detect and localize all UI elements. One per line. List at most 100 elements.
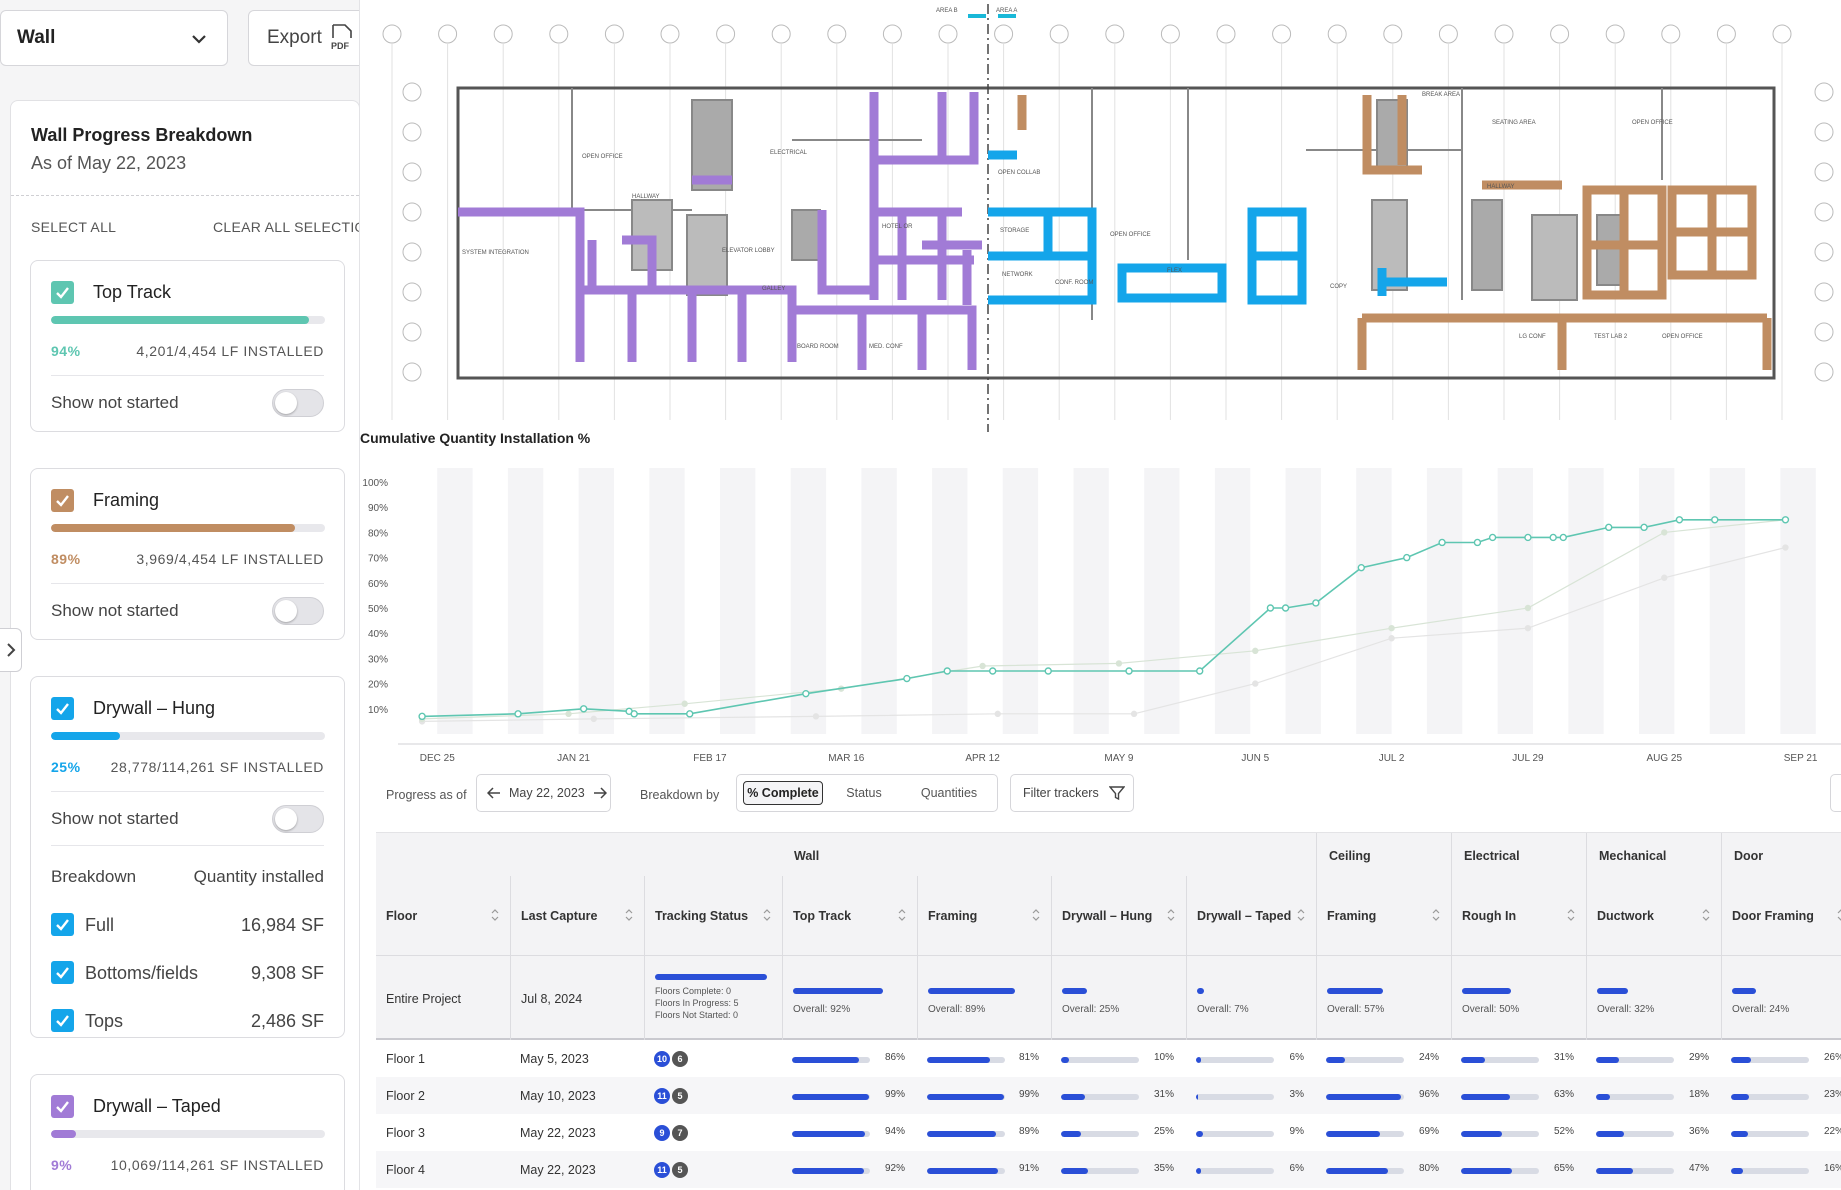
tracker-checkbox[interactable] [51,697,74,720]
sort-icon[interactable] [624,908,634,922]
x-tick-label: JUN 5 [1241,753,1269,764]
cell-progress-fill [792,1094,870,1100]
select-all-link[interactable]: SELECT ALL [31,219,116,235]
sort-icon[interactable] [1701,908,1711,922]
grid-bubble [660,24,680,44]
series-point[interactable] [1640,523,1648,532]
series-point[interactable] [418,712,426,721]
sort-icon[interactable] [1031,908,1041,922]
date-stepper[interactable]: May 22, 2023 [476,774,611,812]
table-row[interactable]: Floor 4 May 22, 2023 11 5 92% 91% 35% 6% 80% 65% 4… [376,1151,1841,1188]
seg-percent-complete[interactable]: % Complete [743,781,823,805]
seg-status[interactable]: Status [829,781,899,805]
show-not-started-toggle[interactable] [272,805,324,833]
sort-icon[interactable] [897,908,907,922]
cell-progress-fill [1196,1131,1204,1137]
series-point[interactable] [1675,516,1684,524]
cell-progress-bar [927,1168,1005,1174]
cell-percent: 65% [1553,1163,1574,1174]
column-header[interactable]: Drywall – Taped [1186,876,1316,956]
arrow-right-icon[interactable] [593,787,607,799]
cell-progress-fill [1731,1057,1752,1063]
column-header[interactable]: Framing [917,876,1051,956]
column-header-label: Floor [386,909,418,923]
cell-progress-bar [1061,1168,1139,1174]
series-point[interactable] [1488,533,1497,542]
show-not-started-toggle[interactable] [272,597,324,625]
column-header[interactable]: Tracking Status [644,876,782,956]
seg-quantities[interactable]: Quantities [905,781,993,805]
series-point[interactable] [1281,604,1290,612]
export-pdf-button[interactable]: Export PDF [248,10,359,66]
breakdown-checkbox[interactable] [51,913,74,936]
series-point[interactable] [1357,563,1366,572]
series-point[interactable] [1605,523,1613,532]
breakdown-checkbox[interactable] [51,961,74,984]
tracker-type-select[interactable]: Wall [0,10,228,66]
sort-icon[interactable] [1836,908,1841,922]
cell-progress-bar [1196,1131,1274,1137]
cell-progress-bar [1731,1094,1809,1100]
series-point[interactable] [802,689,810,698]
side-control-edge[interactable] [1830,774,1841,812]
column-header[interactable]: Drywall – Hung [1051,876,1186,956]
breakdown-checkbox[interactable] [51,1009,74,1032]
column-header[interactable]: Rough In [1451,876,1586,956]
table-row[interactable]: Floor 2 May 10, 2023 11 5 99% 99% 31% 3% 96% 63% 1… [376,1077,1841,1114]
column-header[interactable]: Door Framing [1721,876,1841,956]
grid-bubble [1814,202,1834,222]
overall-progress-bar [1197,988,1295,994]
series-point[interactable] [1312,599,1320,607]
tracker-name: Top Track [93,282,172,302]
series-point[interactable] [1549,533,1557,542]
column-header[interactable]: Top Track [782,876,917,956]
clear-all-link[interactable]: CLEAR ALL SELECTION [213,219,359,235]
progress-cell: 63% [1451,1077,1586,1114]
series-point[interactable] [903,674,911,683]
series-point [1252,647,1259,655]
sort-icon[interactable] [1166,908,1176,922]
series-point[interactable] [1473,538,1482,547]
table-row[interactable]: Floor 1 May 5, 2023 10 6 86% 81% 10% 6% 24% 31% 29… [376,1040,1841,1077]
tracker-checkbox[interactable] [51,281,74,304]
sort-icon[interactable] [1566,908,1576,922]
tracker-checkbox[interactable] [51,1095,74,1118]
tracker-checkbox[interactable] [51,489,74,512]
series-point[interactable] [943,667,951,675]
sort-icon[interactable] [762,908,772,922]
arrow-left-icon[interactable] [487,787,501,799]
series-point[interactable] [1711,516,1719,524]
collapse-panel-button[interactable] [0,628,22,672]
series-point[interactable] [988,667,997,675]
series-point[interactable] [1524,533,1532,542]
series-point[interactable] [1438,538,1446,547]
sort-icon[interactable] [490,908,500,922]
series-point[interactable] [1781,516,1790,524]
series-point[interactable] [1403,553,1411,562]
divider [51,375,324,376]
column-header[interactable]: Last Capture [510,876,644,956]
sort-icon[interactable] [1431,908,1441,922]
series-point[interactable] [1266,604,1275,612]
series-point[interactable] [1044,667,1052,675]
series-point[interactable] [514,710,522,718]
column-header[interactable]: Ductwork [1586,876,1721,956]
column-header[interactable]: Framing [1316,876,1451,956]
column-header[interactable]: Floor [376,876,510,956]
group-mechanical: Mechanical [1586,833,1721,877]
room-label: ELECTRICAL [770,150,808,156]
sort-icon[interactable] [1296,908,1306,922]
series-point[interactable] [630,710,638,718]
series-point[interactable] [1559,533,1567,542]
series-point[interactable] [686,710,694,718]
series-point[interactable] [1125,667,1133,675]
table-row-entire-project[interactable]: Entire Project Jul 8, 2024 Floors Complete… [376,956,1841,1040]
cell-percent: 94% [884,1126,905,1137]
week-band [1073,468,1109,734]
series-point[interactable] [1196,667,1204,675]
filter-trackers-button[interactable]: Filter trackers [1010,774,1134,812]
floor-plan[interactable]: OPEN OFFICE ELECTRICAL HALLWAY STORAGE N… [362,0,1841,432]
show-not-started-toggle[interactable] [272,389,324,417]
table-row[interactable]: Floor 3 May 22, 2023 9 7 94% 89% 25% 9% 69% 52% 36… [376,1114,1841,1151]
series-point[interactable] [579,705,588,713]
